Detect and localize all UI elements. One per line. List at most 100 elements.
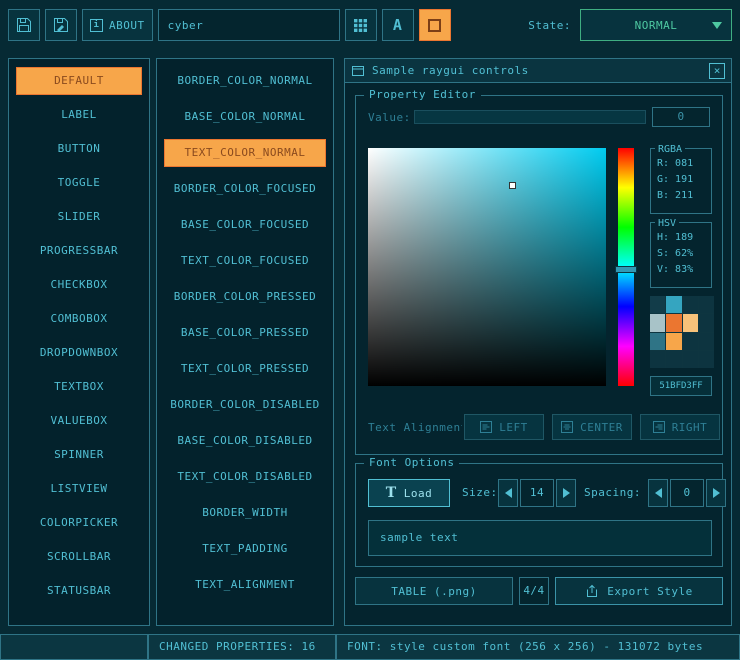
control-list-item-valuebox[interactable]: VALUEBOX (16, 407, 142, 435)
property-list-item-selected[interactable]: TEXT_COLOR_NORMAL (164, 139, 326, 167)
control-list-item-listview[interactable]: LISTVIEW (16, 475, 142, 503)
control-list-item-scrollbar[interactable]: SCROLLBAR (16, 543, 142, 571)
font-size-decrement-button[interactable] (498, 479, 518, 507)
font-size-increment-button[interactable] (556, 479, 576, 507)
value-box[interactable]: 0 (652, 107, 710, 127)
hsv-group-label: HSV (655, 216, 679, 232)
hue-slider-handle[interactable] (615, 266, 637, 273)
property-list-item[interactable]: TEXT_ALIGNMENT (164, 571, 326, 599)
palette-color-cell[interactable] (650, 314, 665, 331)
palette-color-cell[interactable] (666, 351, 681, 368)
control-list-item-toggle[interactable]: TOGGLE (16, 169, 142, 197)
control-list-item-progressbar[interactable]: PROGRESSBAR (16, 237, 142, 265)
state-dropdown[interactable]: NORMAL (580, 9, 732, 41)
control-list-item-checkbox[interactable]: CHECKBOX (16, 271, 142, 299)
hsv-h-value: H: 189 (657, 230, 709, 246)
property-list-item[interactable]: TEXT_COLOR_DISABLED (164, 463, 326, 491)
save-style-button[interactable] (8, 9, 40, 41)
statusbar-changed-properties: CHANGED PROPERTIES: 16 (148, 634, 336, 660)
value-slider[interactable] (414, 110, 646, 124)
property-list-item[interactable]: BASE_COLOR_FOCUSED (164, 211, 326, 239)
window-title: Sample raygui controls (372, 64, 529, 77)
toolbar: i ABOUT A State: NORMAL (0, 0, 740, 50)
align-right-button[interactable]: RIGHT (640, 414, 720, 440)
control-list-item-statusbar[interactable]: STATUSBAR (16, 577, 142, 605)
about-button[interactable]: i ABOUT (82, 9, 153, 41)
floppy-disk-edit-icon (53, 17, 69, 33)
palette-color-cell[interactable] (666, 333, 681, 350)
property-editor-group-label: Property Editor (364, 88, 481, 101)
style-name-input[interactable] (158, 9, 340, 41)
palette-color-cell[interactable] (650, 333, 665, 350)
align-left-label: LEFT (499, 421, 528, 434)
font-spacing-increment-button[interactable] (706, 479, 726, 507)
property-list-item[interactable]: BORDER_COLOR_DISABLED (164, 391, 326, 419)
palette-color-cell[interactable] (650, 351, 665, 368)
property-list-item[interactable]: BASE_COLOR_DISABLED (164, 427, 326, 455)
hue-slider[interactable] (618, 148, 634, 386)
palette-color-cell[interactable] (650, 296, 665, 313)
rgba-group: RGBA R: 081 G: 191 B: 211 (650, 148, 712, 214)
control-list-item-button[interactable]: BUTTON (16, 135, 142, 163)
property-list-item[interactable]: BORDER_COLOR_FOCUSED (164, 175, 326, 203)
font-t-icon: T (386, 485, 397, 501)
state-label: State: (528, 19, 571, 32)
font-load-button[interactable]: T Load (368, 479, 450, 507)
palette-color-cell[interactable] (683, 333, 698, 350)
property-list-item[interactable]: BORDER_WIDTH (164, 499, 326, 527)
font-size-label: Size: (462, 486, 498, 499)
font-size-value[interactable]: 14 (520, 479, 554, 507)
property-list-item[interactable]: TEXT_COLOR_FOCUSED (164, 247, 326, 275)
control-list-item-combobox[interactable]: COMBOBOX (16, 305, 142, 333)
property-editor-group: Property Editor Value: 0 RGBA R: 081 G: … (355, 95, 723, 455)
control-list-item-colorpicker[interactable]: COLORPICKER (16, 509, 142, 537)
align-center-button[interactable]: CENTER (552, 414, 632, 440)
controls-list-panel: DEFAULT LABEL BUTTON TOGGLE SLIDER PROGR… (8, 58, 150, 626)
page-indicator: 4/4 (519, 577, 549, 605)
font-spacing-value[interactable]: 0 (670, 479, 704, 507)
palette-color-cell[interactable] (699, 351, 714, 368)
property-list-item[interactable]: TEXT_COLOR_PRESSED (164, 355, 326, 383)
statusbar-left (0, 634, 148, 660)
property-list-item[interactable]: BASE_COLOR_NORMAL (164, 103, 326, 131)
hsv-s-value: S: 62% (657, 246, 709, 262)
floppy-disk-icon (16, 17, 32, 33)
hex-value-box[interactable]: 51BFD3FF (650, 376, 712, 396)
sample-text-input[interactable]: sample text (368, 520, 712, 556)
window-titlebar[interactable]: Sample raygui controls × (345, 59, 731, 83)
palette-color-cell[interactable] (666, 314, 681, 331)
palette-color-cell[interactable] (699, 314, 714, 331)
palette-color-cell[interactable] (683, 314, 698, 331)
close-icon[interactable]: × (709, 63, 725, 79)
color-picker-cursor[interactable] (509, 182, 516, 189)
property-list-item[interactable]: BASE_COLOR_PRESSED (164, 319, 326, 347)
control-list-item-dropdownbox[interactable]: DROPDOWNBOX (16, 339, 142, 367)
control-list-item-slider[interactable]: SLIDER (16, 203, 142, 231)
palette-color-cell[interactable] (683, 351, 698, 368)
palette-color-cell[interactable] (666, 296, 681, 313)
align-left-button[interactable]: LEFT (464, 414, 544, 440)
palette-color-cell[interactable] (699, 296, 714, 313)
palette-color-cell[interactable] (683, 296, 698, 313)
control-list-item-label[interactable]: LABEL (16, 101, 142, 129)
font-atlas-button[interactable]: A (382, 9, 414, 41)
color-picker-panel[interactable] (368, 148, 606, 386)
export-style-label: Export Style (607, 585, 692, 598)
arrow-left-icon (505, 488, 512, 498)
control-list-item-spinner[interactable]: SPINNER (16, 441, 142, 469)
style-table-button[interactable] (345, 9, 377, 41)
property-list-item[interactable]: BORDER_COLOR_NORMAL (164, 67, 326, 95)
save-style-as-button[interactable] (45, 9, 77, 41)
property-list-item[interactable]: BORDER_COLOR_PRESSED (164, 283, 326, 311)
property-list-item[interactable]: TEXT_PADDING (164, 535, 326, 563)
control-list-item-default[interactable]: DEFAULT (16, 67, 142, 95)
color-palette-button[interactable] (419, 9, 451, 41)
export-table-format-button[interactable]: TABLE (.png) (355, 577, 513, 605)
control-list-item-textbox[interactable]: TEXTBOX (16, 373, 142, 401)
properties-list-panel: BORDER_COLOR_NORMAL BASE_COLOR_NORMAL TE… (156, 58, 334, 626)
export-style-button[interactable]: Export Style (555, 577, 723, 605)
palette-color-cell[interactable] (699, 333, 714, 350)
hsv-group: HSV H: 189 S: 62% V: 83% (650, 222, 712, 288)
font-spacing-decrement-button[interactable] (648, 479, 668, 507)
align-left-icon (480, 421, 492, 433)
